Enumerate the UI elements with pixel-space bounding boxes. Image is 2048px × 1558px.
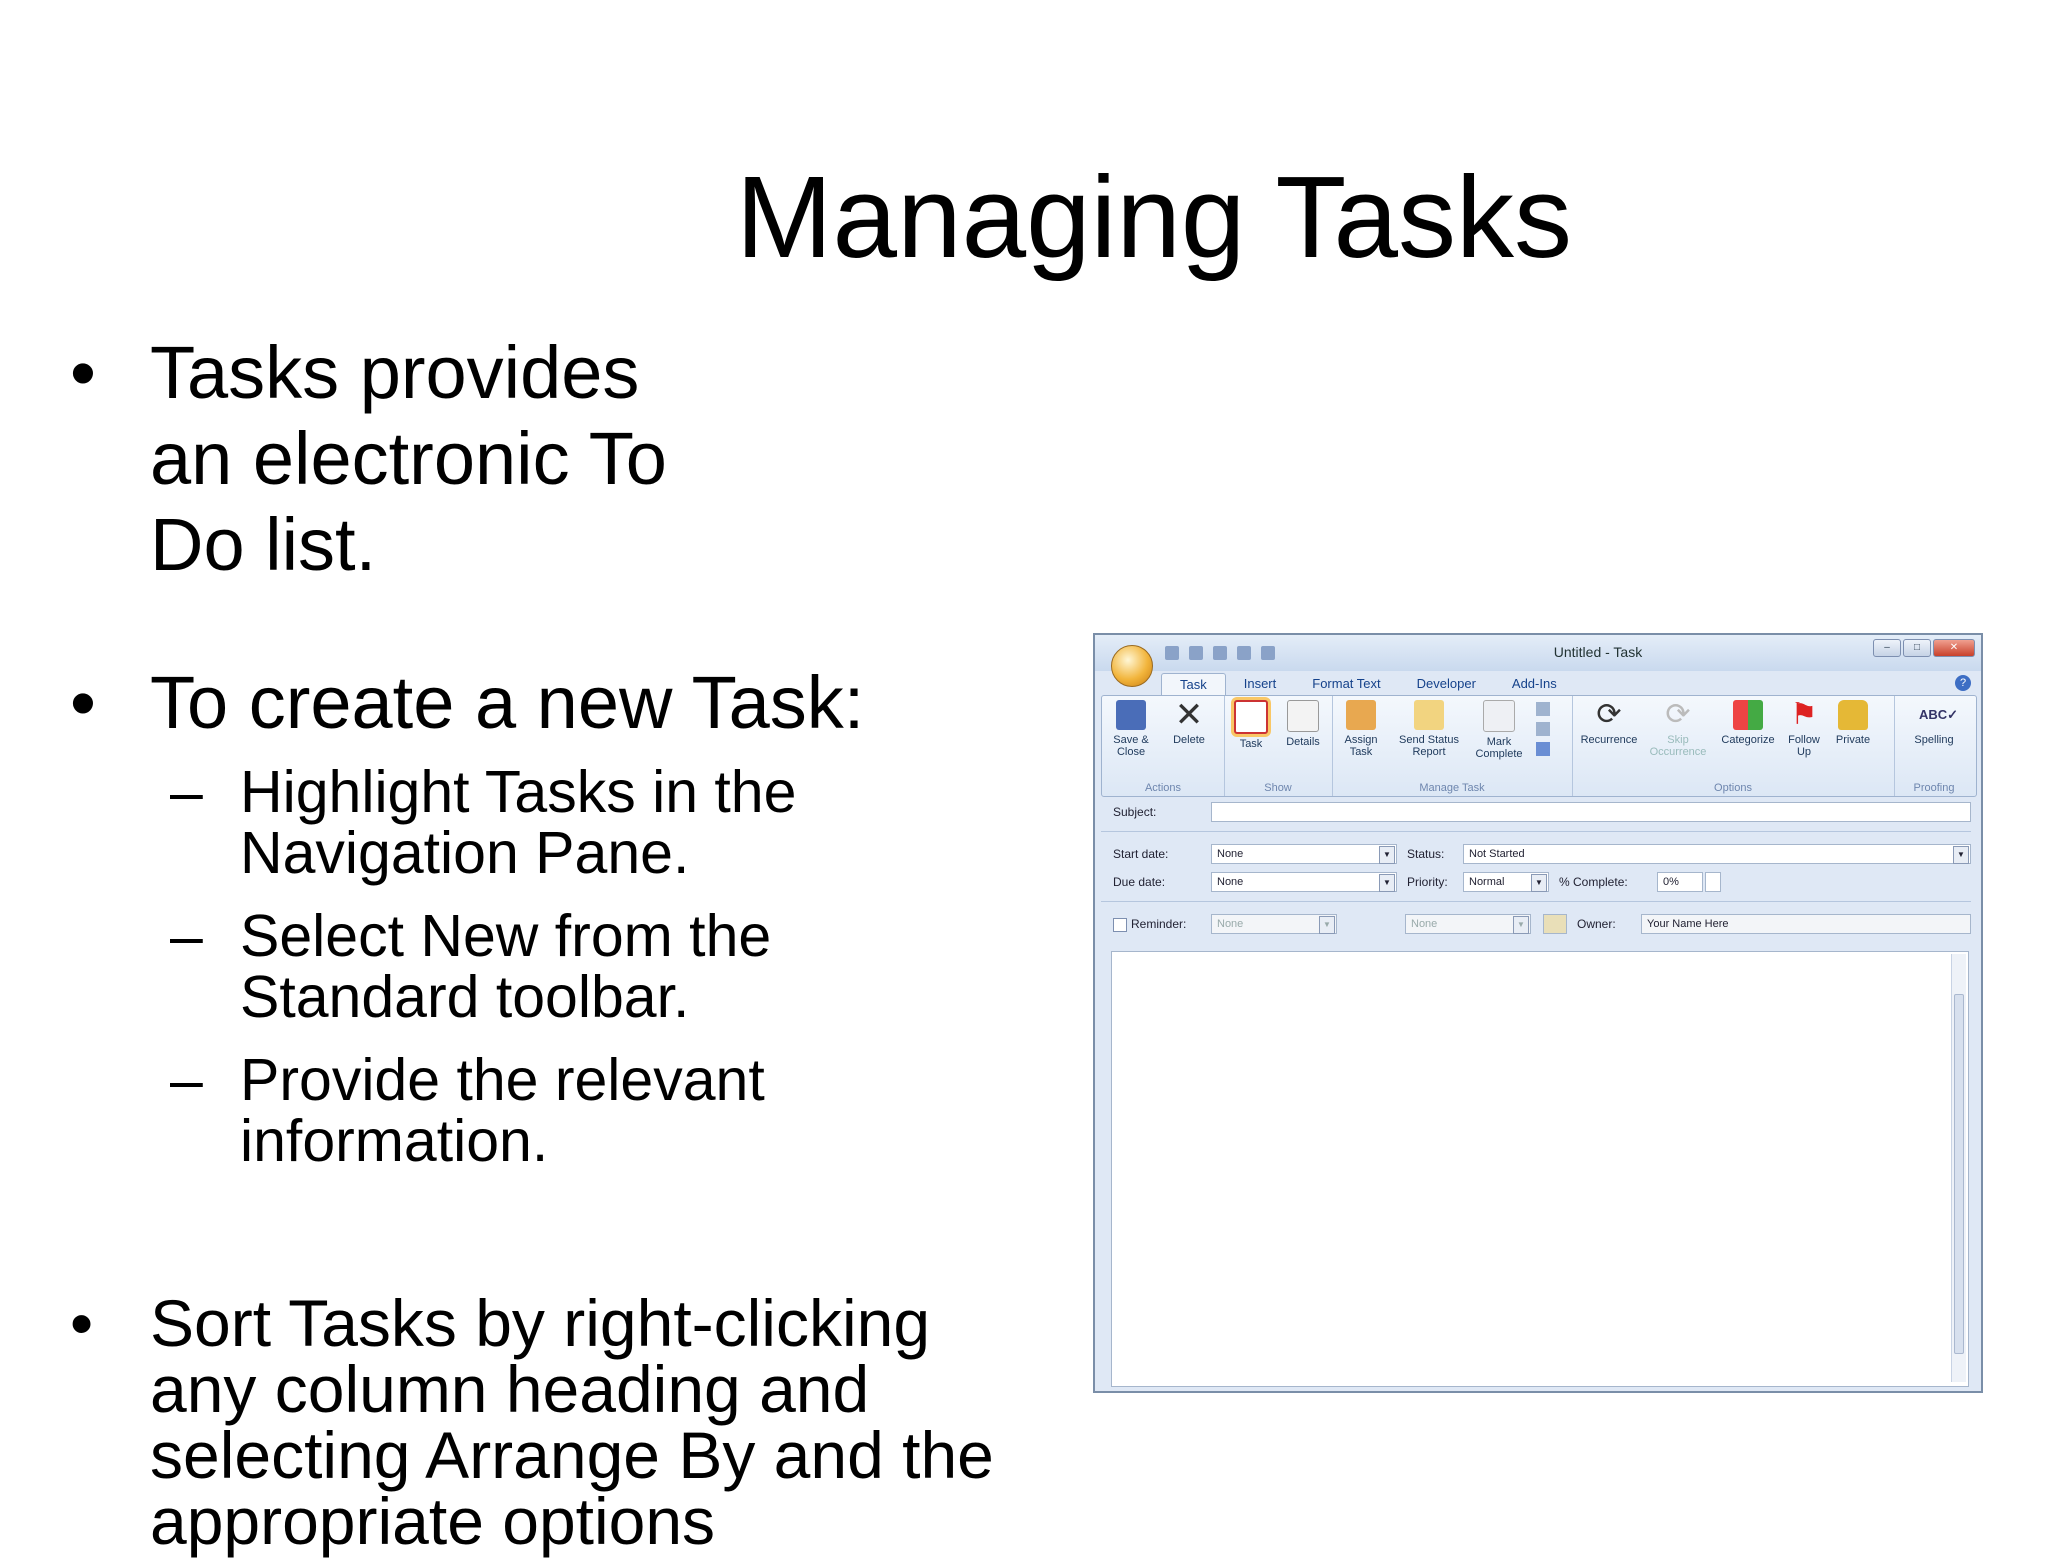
- recurrence-button[interactable]: ⟳ Recurrence: [1576, 698, 1642, 747]
- task-body-input[interactable]: [1111, 951, 1969, 1387]
- reminder-checkbox[interactable]: [1113, 918, 1127, 932]
- categorize-button[interactable]: Categorize: [1716, 700, 1780, 746]
- bullet-glyph: •: [70, 1286, 94, 1360]
- maximize-button[interactable]: □: [1903, 639, 1931, 657]
- categorize-icon: [1733, 700, 1763, 730]
- group-label: Show: [1264, 782, 1292, 794]
- close-button[interactable]: ✕: [1933, 639, 1975, 657]
- group-label: Actions: [1144, 782, 1182, 794]
- dash-glyph: –: [170, 1047, 203, 1113]
- spelling-button[interactable]: ABC✓ Spelling: [1904, 700, 1964, 746]
- due-date-label: Due date:: [1113, 875, 1166, 889]
- bullet-1-text: Tasks provides an electronic To Do list.: [150, 331, 667, 586]
- mark-complete-icon: [1483, 700, 1515, 732]
- skip-occurrence-button[interactable]: ⟳ Skip Occurrence: [1646, 698, 1710, 759]
- send-status-report-button[interactable]: Send Status Report: [1396, 700, 1462, 758]
- reminder-label: Reminder:: [1131, 917, 1187, 931]
- recurrence-icon: ⟳: [1596, 698, 1622, 731]
- window-title: Untitled - Task: [1553, 644, 1643, 660]
- delete-icon: ✕: [1174, 696, 1204, 734]
- status-label: Status:: [1407, 847, 1445, 861]
- priority-label: Priority:: [1407, 875, 1448, 889]
- complete-stepper[interactable]: [1705, 872, 1721, 892]
- chevron-down-icon: ▼: [1379, 874, 1395, 892]
- reminder-date-select[interactable]: None ▼: [1211, 914, 1337, 934]
- follow-up-button[interactable]: ⚑ Follow Up: [1780, 698, 1828, 759]
- group-options: ⟳ Recurrence ⟳ Skip Occurrence Categoriz…: [1572, 696, 1895, 796]
- details-button[interactable]: Details: [1278, 700, 1328, 748]
- save-close-icon: [1116, 700, 1146, 730]
- status-select[interactable]: Not Started ▼: [1463, 844, 1971, 864]
- subject-input[interactable]: [1211, 802, 1971, 822]
- task-icon: [1234, 700, 1268, 734]
- sub-bullet-3-text: Provide the relevant information.: [240, 1047, 765, 1174]
- ribbon: Save & Close ✕ Delete Actions Task Detai…: [1101, 695, 1977, 797]
- bullet-glyph: •: [70, 331, 96, 414]
- owner-field: Your Name Here: [1641, 914, 1971, 934]
- assign-task-button[interactable]: Assign Task: [1336, 700, 1386, 758]
- bullet-glyph: •: [70, 661, 96, 744]
- chevron-down-icon: ▼: [1379, 846, 1395, 864]
- small-buttons: [1536, 702, 1552, 762]
- vertical-scrollbar[interactable]: [1951, 954, 1966, 1382]
- forward-icon[interactable]: [1536, 702, 1550, 716]
- minimize-button[interactable]: –: [1873, 639, 1901, 657]
- chevron-down-icon: ▼: [1319, 916, 1335, 934]
- group-show: Task Details Show: [1224, 696, 1333, 796]
- sub-bullet-2-text: Select New from the Standard toolbar.: [240, 903, 772, 1030]
- chevron-down-icon: ▼: [1513, 916, 1529, 934]
- dash-glyph: –: [170, 903, 203, 969]
- start-date-select[interactable]: None ▼: [1211, 844, 1397, 864]
- group-proofing: ABC✓ Spelling Proofing: [1894, 696, 1974, 796]
- priority-select[interactable]: Normal ▼: [1463, 872, 1549, 892]
- send-status-icon: [1414, 700, 1444, 730]
- flag-icon: ⚑: [1790, 698, 1818, 731]
- group-label: Manage Task: [1419, 782, 1485, 794]
- ribbon-tabs: Task Insert Format Text Developer Add-In…: [1161, 673, 1575, 695]
- complete-input[interactable]: 0%: [1657, 872, 1703, 892]
- divider: [1101, 831, 1971, 832]
- tab-insert[interactable]: Insert: [1226, 673, 1295, 695]
- delete-button[interactable]: ✕ Delete: [1164, 696, 1214, 746]
- assign-task-icon: [1346, 700, 1376, 730]
- bullet-2-text: To create a new Task:: [150, 661, 865, 744]
- group-label: Proofing: [1913, 782, 1955, 794]
- dash-glyph: –: [170, 759, 203, 825]
- tab-add-ins[interactable]: Add-Ins: [1494, 673, 1575, 695]
- lock-icon: [1838, 700, 1868, 730]
- scrollbar-thumb[interactable]: [1954, 994, 1964, 1354]
- spelling-icon: ABC✓: [1919, 707, 1959, 722]
- subject-label: Subject:: [1113, 805, 1157, 819]
- slide-title: Managing Tasks: [735, 152, 1573, 282]
- office-button[interactable]: [1111, 645, 1153, 687]
- due-date-select[interactable]: None ▼: [1211, 872, 1397, 892]
- mark-complete-button[interactable]: Mark Complete: [1470, 700, 1528, 760]
- details-icon: [1287, 700, 1319, 732]
- group-manage-task: Assign Task Send Status Report Mark Comp…: [1332, 696, 1573, 796]
- help-icon[interactable]: ?: [1955, 675, 1971, 691]
- tab-task[interactable]: Task: [1161, 673, 1226, 695]
- task-view-button[interactable]: Task: [1226, 700, 1276, 750]
- move-icon[interactable]: [1536, 742, 1550, 756]
- group-actions: Save & Close ✕ Delete Actions: [1102, 696, 1225, 796]
- task-window: Untitled - Task – □ ✕ Task Insert Format…: [1093, 633, 1983, 1393]
- owner-label: Owner:: [1577, 917, 1616, 931]
- group-label: Options: [1714, 782, 1752, 794]
- skip-occurrence-icon: ⟳: [1665, 698, 1691, 731]
- private-button[interactable]: Private: [1828, 700, 1878, 746]
- sound-icon[interactable]: [1543, 914, 1567, 934]
- title-bar: Untitled - Task – □ ✕: [1095, 635, 1981, 671]
- divider: [1101, 901, 1971, 902]
- start-date-label: Start date:: [1113, 847, 1169, 861]
- chevron-down-icon: ▼: [1953, 846, 1969, 864]
- complete-label: % Complete:: [1559, 875, 1628, 889]
- chevron-down-icon: ▼: [1531, 874, 1547, 892]
- tab-developer[interactable]: Developer: [1399, 673, 1494, 695]
- sub-bullet-1-text: Highlight Tasks in the Navigation Pane.: [240, 759, 797, 886]
- reminder-time-select[interactable]: None ▼: [1405, 914, 1531, 934]
- attach-icon[interactable]: [1536, 722, 1550, 736]
- tab-format-text[interactable]: Format Text: [1294, 673, 1398, 695]
- save-close-button[interactable]: Save & Close: [1106, 700, 1156, 758]
- bullet-3-text: Sort Tasks by right-clicking any column …: [150, 1286, 994, 1558]
